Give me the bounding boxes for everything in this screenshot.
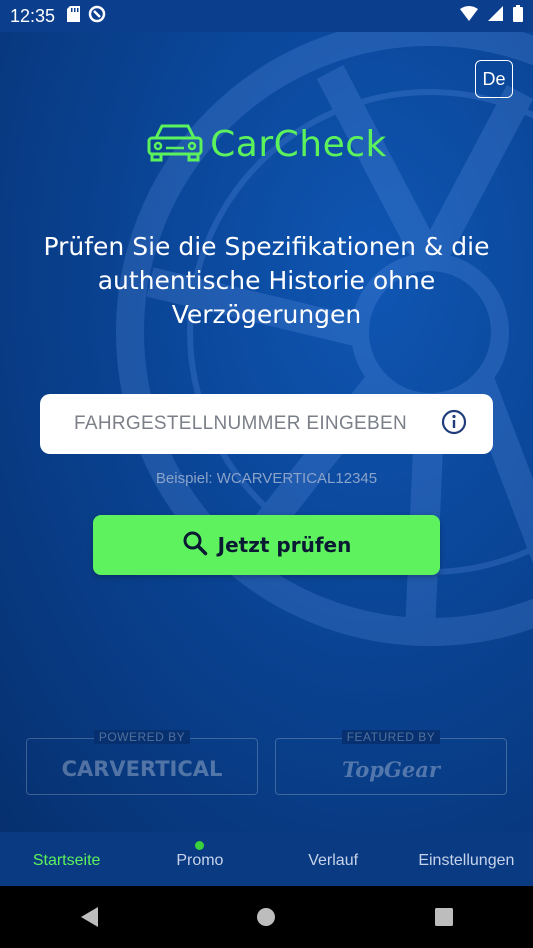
check-button[interactable]: Jetzt prüfen [93, 515, 440, 575]
signal-icon [488, 6, 503, 26]
tab-label: Einstellungen [418, 852, 515, 869]
vin-input[interactable] [72, 412, 441, 436]
partner-caption: FEATURED BY [341, 730, 441, 744]
recents-icon[interactable] [424, 897, 464, 937]
sync-icon [88, 5, 106, 28]
car-icon [146, 122, 204, 166]
partner-logo-topgear: TopGear [342, 757, 440, 782]
bottom-tab-bar: Startseite Promo Verlauf Einstellungen [0, 832, 533, 886]
language-button[interactable]: De [475, 60, 513, 98]
sd-card-icon [67, 5, 81, 27]
logo-text: CarCheck [210, 123, 387, 165]
notification-dot [194, 841, 204, 850]
vin-example-hint: Beispiel: WCARVERTICAL12345 [155, 470, 378, 487]
search-icon [182, 530, 208, 560]
tab-label: Startseite [32, 852, 101, 869]
partner-caption: POWERED BY [93, 730, 191, 744]
tab-einstellungen[interactable]: Einstellungen [400, 832, 533, 886]
powered-by-badge: POWERED BY CARVERTICAL [26, 730, 258, 795]
tab-startseite[interactable]: Startseite [0, 832, 133, 886]
app-logo: CarCheck [0, 122, 533, 166]
check-button-label: Jetzt prüfen [217, 533, 352, 557]
tab-verlauf[interactable]: Verlauf [267, 832, 400, 886]
headline: Prüfen Sie die Spezifikationen & die aut… [43, 232, 490, 329]
vin-field[interactable] [40, 394, 493, 454]
tab-label: Promo [176, 852, 224, 869]
tab-promo[interactable]: Promo [133, 832, 266, 886]
system-navigation-bar [0, 886, 533, 948]
status-bar: 12:35 [0, 0, 533, 32]
battery-icon [513, 5, 523, 27]
wifi-icon [460, 6, 478, 26]
info-icon[interactable] [441, 409, 467, 439]
home-icon[interactable] [246, 897, 286, 937]
partner-logo-carvertical: CARVERTICAL [61, 757, 223, 781]
back-icon[interactable] [69, 897, 109, 937]
featured-by-badge: FEATURED BY TopGear [275, 730, 507, 795]
status-time: 12:35 [10, 5, 56, 26]
home-screen: De CarCheck Prüfen Sie die Spezifikation… [0, 32, 533, 832]
tab-label: Verlauf [308, 852, 359, 869]
